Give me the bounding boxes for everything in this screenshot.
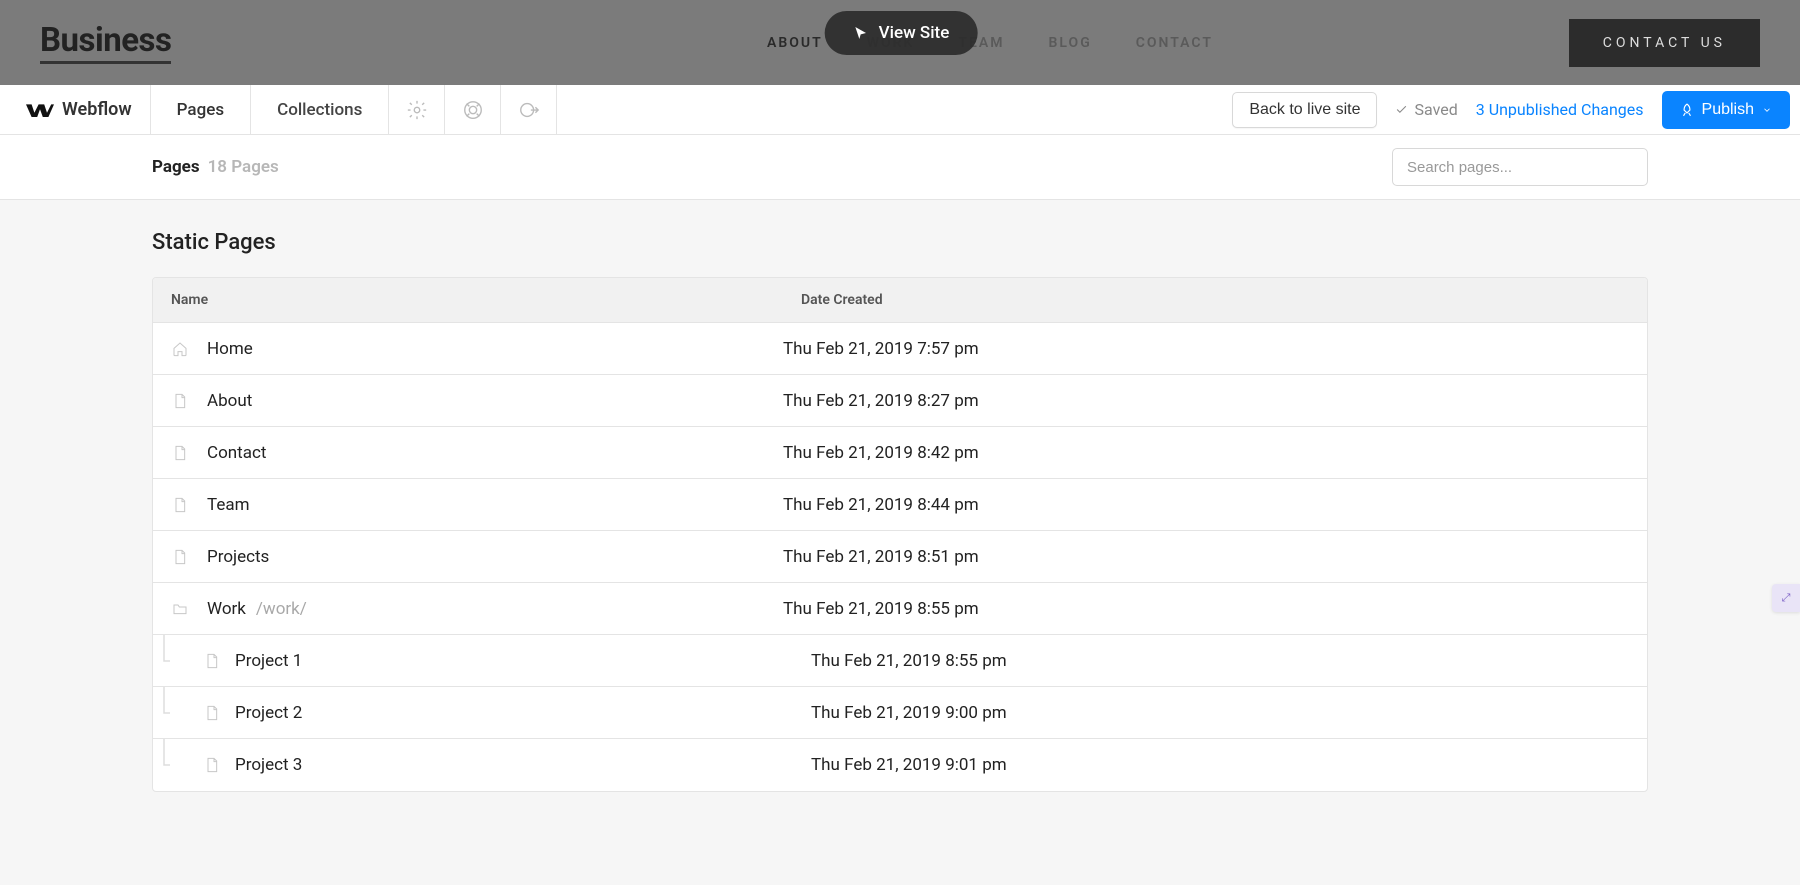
folder-icon — [153, 601, 207, 617]
page-name: Project 2 — [235, 703, 811, 723]
check-icon — [1395, 103, 1408, 116]
page-icon — [153, 445, 207, 461]
page-icon — [181, 705, 235, 721]
table-header: Name Date Created — [153, 278, 1647, 323]
site-preview-header: Business ABOUT WORK TEAM BLOG CONTACT CO… — [0, 0, 1800, 85]
logout-button[interactable] — [501, 85, 557, 134]
table-row[interactable]: Project 2Thu Feb 21, 2019 9:00 pm — [153, 687, 1647, 739]
page-name: Contact — [207, 443, 783, 463]
column-date: Date Created — [783, 278, 1647, 322]
saved-indicator: Saved — [1395, 100, 1457, 119]
publish-label: Publish — [1702, 101, 1754, 119]
page-name: Project 3 — [235, 755, 811, 775]
saved-label: Saved — [1414, 100, 1457, 119]
table-row[interactable]: Project 1Thu Feb 21, 2019 8:55 pm — [153, 635, 1647, 687]
page-date: Thu Feb 21, 2019 8:55 pm — [811, 651, 1647, 671]
page-icon — [153, 497, 207, 513]
gear-icon — [406, 99, 428, 121]
nav-contact[interactable]: CONTACT — [1136, 35, 1213, 51]
page-name: Work/work/ — [207, 599, 783, 619]
publish-button[interactable]: Publish — [1662, 91, 1790, 129]
webflow-logo[interactable]: Webflow — [0, 85, 151, 134]
editor-toolbar: Webflow Pages Collections Back to live s… — [0, 85, 1800, 135]
pages-content: Static Pages Name Date Created HomeThu F… — [0, 199, 1800, 885]
page-name: About — [207, 391, 783, 411]
subheader-title: Pages — [152, 157, 200, 177]
table-row[interactable]: Project 3Thu Feb 21, 2019 9:01 pm — [153, 739, 1647, 791]
webflow-logo-icon — [26, 101, 54, 119]
tab-collections[interactable]: Collections — [251, 85, 389, 134]
table-row[interactable]: ContactThu Feb 21, 2019 8:42 pm — [153, 427, 1647, 479]
nav-about[interactable]: ABOUT — [767, 35, 823, 51]
pages-subheader: Pages 18 Pages — [0, 135, 1800, 199]
page-date: Thu Feb 21, 2019 9:01 pm — [811, 755, 1647, 775]
page-name: Team — [207, 495, 783, 515]
table-row[interactable]: Work/work/Thu Feb 21, 2019 8:55 pm — [153, 583, 1647, 635]
help-button[interactable] — [445, 85, 501, 134]
tree-line — [153, 635, 181, 686]
page-date: Thu Feb 21, 2019 9:00 pm — [811, 703, 1647, 723]
page-date: Thu Feb 21, 2019 8:44 pm — [783, 495, 1647, 515]
page-date: Thu Feb 21, 2019 7:57 pm — [783, 339, 1647, 359]
life-ring-icon — [462, 99, 484, 121]
page-name: Project 1 — [235, 651, 811, 671]
tab-pages[interactable]: Pages — [151, 85, 251, 134]
page-name: Projects — [207, 547, 783, 567]
table-row[interactable]: AboutThu Feb 21, 2019 8:27 pm — [153, 375, 1647, 427]
static-pages-heading: Static Pages — [152, 230, 1648, 255]
chevron-down-icon — [1762, 105, 1772, 115]
page-icon — [181, 653, 235, 669]
back-to-live-site-button[interactable]: Back to live site — [1232, 92, 1377, 128]
page-icon — [181, 757, 235, 773]
tree-line — [153, 739, 181, 791]
rocket-icon — [1680, 103, 1694, 117]
view-site-label: View Site — [879, 23, 950, 43]
page-date: Thu Feb 21, 2019 8:42 pm — [783, 443, 1647, 463]
subheader-count: 18 Pages — [208, 157, 279, 177]
logout-icon — [518, 99, 540, 121]
unpublished-changes-link[interactable]: 3 Unpublished Changes — [1476, 100, 1644, 119]
home-icon — [153, 341, 207, 357]
cursor-icon — [853, 25, 869, 41]
page-name: Home — [207, 339, 783, 359]
search-pages-input[interactable] — [1392, 148, 1648, 186]
column-name: Name — [153, 278, 783, 322]
table-row[interactable]: TeamThu Feb 21, 2019 8:44 pm — [153, 479, 1647, 531]
page-icon — [153, 393, 207, 409]
page-date: Thu Feb 21, 2019 8:51 pm — [783, 547, 1647, 567]
page-date: Thu Feb 21, 2019 8:55 pm — [783, 599, 1647, 619]
webflow-wordmark: Webflow — [62, 99, 132, 120]
table-row[interactable]: ProjectsThu Feb 21, 2019 8:51 pm — [153, 531, 1647, 583]
page-slug: /work/ — [256, 599, 307, 619]
page-icon — [153, 549, 207, 565]
page-date: Thu Feb 21, 2019 8:27 pm — [783, 391, 1647, 411]
pages-table: Name Date Created HomeThu Feb 21, 2019 7… — [152, 277, 1648, 792]
intercom-badge[interactable]: ⤢ — [1772, 584, 1800, 612]
settings-button[interactable] — [389, 85, 445, 134]
site-brand: Business — [40, 21, 171, 64]
table-row[interactable]: HomeThu Feb 21, 2019 7:57 pm — [153, 323, 1647, 375]
contact-us-button[interactable]: CONTACT US — [1569, 19, 1760, 67]
nav-blog[interactable]: BLOG — [1049, 35, 1092, 51]
view-site-button[interactable]: View Site — [825, 11, 978, 55]
tree-line — [153, 687, 181, 738]
